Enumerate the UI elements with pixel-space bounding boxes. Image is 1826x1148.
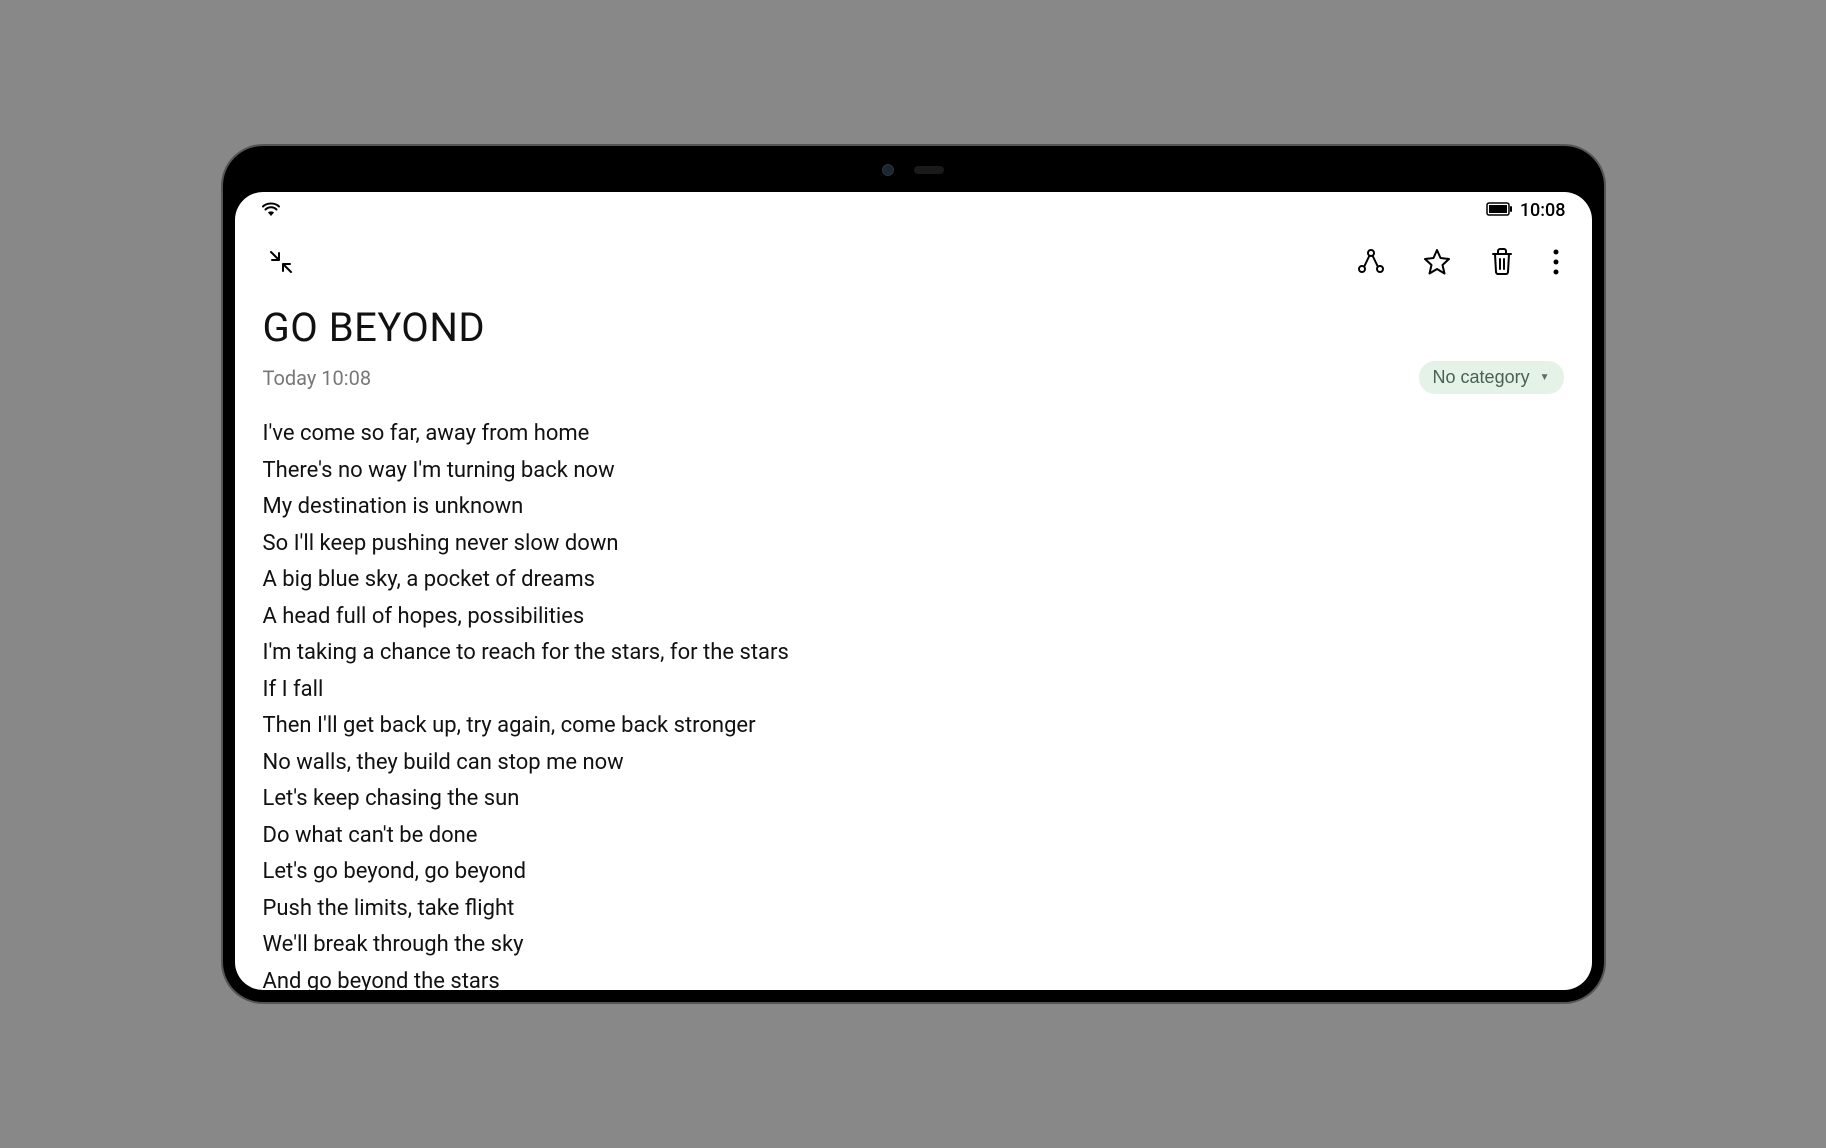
delete-button[interactable] (1484, 243, 1520, 284)
note-line[interactable]: Let's keep chasing the sun (263, 781, 1564, 818)
note-line[interactable]: Push the limits, take flight (263, 891, 1564, 928)
status-time: 10:08 (1520, 200, 1566, 221)
screen: 10:08 (235, 192, 1592, 990)
note-line[interactable]: My destination is unknown (263, 489, 1564, 526)
trash-icon (1488, 247, 1516, 280)
category-chip[interactable]: No category ▼ (1419, 361, 1564, 394)
category-label: No category (1433, 367, 1530, 388)
note-line[interactable]: So I'll keep pushing never slow down (263, 526, 1564, 563)
tablet-camera (882, 164, 944, 176)
share-button[interactable] (1352, 243, 1390, 284)
note-line[interactable]: Then I'll get back up, try again, come b… (263, 708, 1564, 745)
battery-icon (1486, 201, 1514, 220)
note-line[interactable]: We'll break through the sky (263, 927, 1564, 964)
share-icon (1356, 247, 1386, 280)
note-area: GO BEYOND Today 10:08 No category ▼ I've… (235, 294, 1592, 990)
tablet-frame: 10:08 (223, 146, 1604, 1002)
note-title[interactable]: GO BEYOND (263, 304, 1564, 351)
note-line[interactable]: No walls, they build can stop me now (263, 745, 1564, 782)
note-timestamp: Today 10:08 (263, 366, 372, 390)
wifi-icon (261, 201, 281, 221)
status-bar: 10:08 (235, 192, 1592, 225)
note-line[interactable]: I'm taking a chance to reach for the sta… (263, 635, 1564, 672)
note-body[interactable]: I've come so far, away from homeThere's … (263, 416, 1564, 990)
more-button[interactable] (1548, 244, 1564, 283)
note-line[interactable]: A big blue sky, a pocket of dreams (263, 562, 1564, 599)
note-line[interactable]: There's no way I'm turning back now (263, 453, 1564, 490)
note-line[interactable]: Let's go beyond, go beyond (263, 854, 1564, 891)
note-line[interactable]: I've come so far, away from home (263, 416, 1564, 453)
note-line[interactable]: If I fall (263, 672, 1564, 709)
toolbar (235, 225, 1592, 294)
chevron-down-icon: ▼ (1540, 372, 1550, 383)
collapse-button[interactable] (263, 244, 299, 283)
star-icon (1422, 247, 1452, 280)
more-vertical-icon (1552, 248, 1560, 279)
favorite-button[interactable] (1418, 243, 1456, 284)
note-line[interactable]: And go beyond the stars (263, 964, 1564, 990)
collapse-icon (267, 248, 295, 279)
note-line[interactable]: Do what can't be done (263, 818, 1564, 855)
note-line[interactable]: A head full of hopes, possibilities (263, 599, 1564, 636)
